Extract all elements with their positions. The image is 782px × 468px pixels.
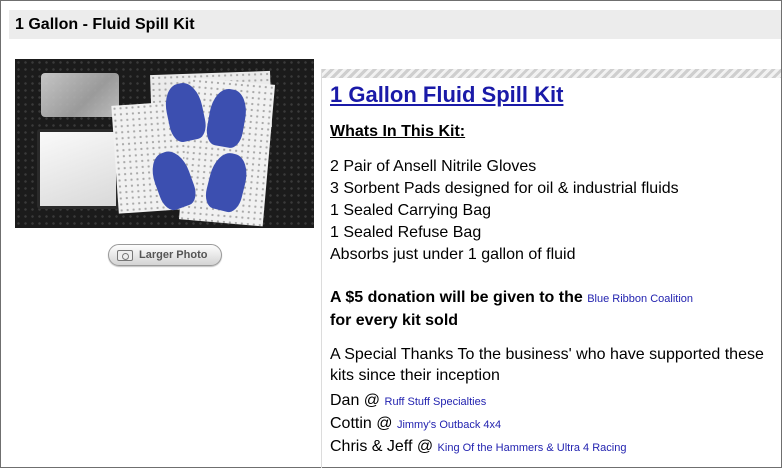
list-item: 3 Sorbent Pads designed for oil & indust… [330,180,679,197]
king-of-the-hammers-link[interactable]: King Of the Hammers & Ultra 4 Racing [438,442,627,454]
credit-row: Chris & Jeff @ King Of the Hammers & Ult… [330,436,626,459]
page-frame: 1 Gallon - Fluid Spill Kit Larger Photo … [0,0,782,468]
list-item: 1 Sealed Carrying Bag [330,202,491,219]
header-bar: 1 Gallon - Fluid Spill Kit [9,10,781,39]
product-details: 1 Gallon Fluid Spill Kit Whats In This K… [321,69,781,468]
bag-image [37,129,119,209]
larger-photo-label: Larger Photo [139,249,208,261]
list-item: Absorbs just under 1 gallon of fluid [330,246,576,263]
larger-photo-button[interactable]: Larger Photo [108,244,222,266]
donation-suffix: for every kit sold [330,312,459,329]
product-photo[interactable] [15,59,314,228]
camera-icon [117,250,133,261]
credit-row: Dan @ Ruff Stuff Specialties [330,390,626,413]
decorative-stripe [322,69,781,78]
list-item: 1 Sealed Refuse Bag [330,224,482,241]
bag-image [41,73,119,117]
credits-list: Dan @ Ruff Stuff Specialties Cottin @ Ji… [330,390,626,459]
credit-name: Cottin @ [330,415,393,432]
product-title-link[interactable]: 1 Gallon Fluid Spill Kit [330,82,563,108]
jimmys-outback-link[interactable]: Jimmy's Outback 4x4 [397,419,501,431]
credit-name: Chris & Jeff @ [330,438,434,455]
contents-list: 2 Pair of Ansell Nitrile Gloves 3 Sorben… [330,156,679,266]
page-title: 1 Gallon - Fluid Spill Kit [15,16,195,33]
credit-name: Dan @ [330,392,381,409]
contents-heading: Whats In This Kit: [330,123,466,140]
credit-row: Cottin @ Jimmy's Outback 4x4 [330,413,626,436]
thanks-text: A Special Thanks To the business' who ha… [330,346,764,384]
donation-prefix: A $5 donation will be given to the [330,289,583,306]
blue-ribbon-coalition-link[interactable]: Blue Ribbon Coalition [587,293,693,305]
ruff-stuff-link[interactable]: Ruff Stuff Specialties [385,396,487,408]
donation-note: A $5 donation will be given to the Blue … [330,287,780,332]
list-item: 2 Pair of Ansell Nitrile Gloves [330,158,537,175]
